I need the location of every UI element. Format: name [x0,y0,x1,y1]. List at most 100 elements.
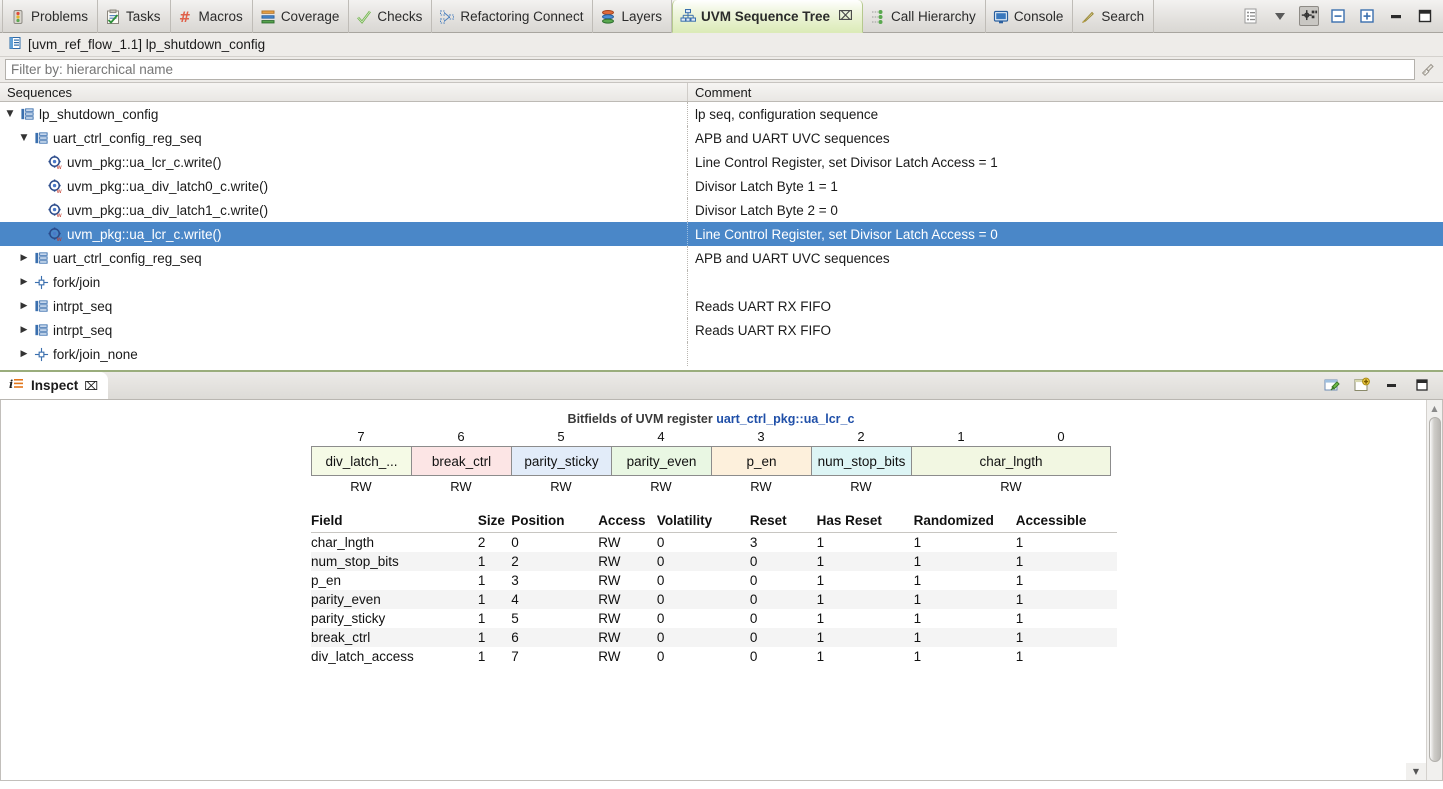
tree-node-cell[interactable]: ▶intrpt_seq [0,294,688,318]
table-row[interactable]: div_latch_access17RW00111 [311,647,1117,666]
table-row[interactable]: wuvm_pkg::ua_lcr_c.write()Line Control R… [0,150,1443,174]
table-row[interactable]: wuvm_pkg::ua_div_latch1_c.write()Divisor… [0,198,1443,222]
bitfield-cell[interactable]: char_lngth [912,447,1110,475]
table-cell: RW [598,647,657,666]
tab-console[interactable]: Console [986,0,1074,33]
tab-search[interactable]: Search [1073,0,1154,33]
view-menu-list-icon[interactable] [1241,6,1261,26]
column-header[interactable]: Field [311,510,478,533]
register-name-link[interactable]: uart_ctrl_pkg::ua_lcr_c [716,412,854,426]
bitfield-cell[interactable]: break_ctrl [412,447,512,475]
twisty-expanded-icon[interactable]: ▼ [4,110,16,119]
tree-node-cell[interactable]: wuvm_pkg::ua_div_latch0_c.write() [0,174,688,198]
table-row[interactable]: ▶intrpt_seqReads UART RX FIFO [0,318,1443,342]
view-title-bar: [uvm_ref_flow_1.1] lp_shutdown_config [0,33,1443,57]
column-header[interactable]: Reset [750,510,817,533]
table-row[interactable]: ▶uart_ctrl_config_reg_seqAPB and UART UV… [0,246,1443,270]
horizontal-scrollbar[interactable]: ▼ [1,763,1426,780]
link-with-editor-icon[interactable] [1299,6,1319,26]
close-icon[interactable]: ⌧ [84,379,98,393]
column-header[interactable]: Has Reset [817,510,914,533]
table-row[interactable]: ▼uart_ctrl_config_reg_seqAPB and UART UV… [0,126,1443,150]
bitfield-cell[interactable]: num_stop_bits [812,447,912,475]
minimize-view-icon[interactable] [1383,376,1403,396]
maximize-view-icon[interactable] [1415,6,1435,26]
table-row[interactable]: parity_even14RW00111 [311,590,1117,609]
table-cell: 1 [1016,647,1117,666]
search-input[interactable] [5,59,1415,80]
tab-call-hierarchy[interactable]: Call Hierarchy [863,0,986,33]
tab-tasks[interactable]: Tasks [98,0,171,33]
column-header-sequences[interactable]: Sequences [0,83,688,101]
tree-comment-cell: Divisor Latch Byte 1 = 1 [688,179,1443,194]
column-header[interactable]: Position [511,510,598,533]
tab-checks[interactable]: Checks [349,0,432,33]
pin-inspect-icon[interactable] [1323,376,1343,396]
table-row[interactable]: char_lngth20RW03111 [311,533,1117,553]
column-header[interactable]: Size [478,510,511,533]
table-row[interactable]: break_ctrl16RW00111 [311,628,1117,647]
bitfield-cell[interactable]: parity_sticky [512,447,612,475]
table-row[interactable]: num_stop_bits12RW00111 [311,552,1117,571]
column-header[interactable]: Volatility [657,510,750,533]
new-inspect-window-icon[interactable] [1353,376,1373,396]
tree-node-cell[interactable]: ▶intrpt_seq [0,318,688,342]
tab-coverage[interactable]: Coverage [253,0,350,33]
vertical-scrollbar[interactable]: ▲ [1426,400,1442,780]
tree-node-cell[interactable]: wuvm_pkg::ua_lcr_c.write() [0,222,688,246]
table-cell: 0 [750,647,817,666]
twisty-collapsed-icon[interactable]: ▶ [18,302,30,311]
bit-number: 0 [1011,429,1111,444]
column-header[interactable]: Access [598,510,657,533]
column-header[interactable]: Randomized [914,510,1016,533]
tab-refactoring-connect[interactable]: Refactoring Connect [432,0,593,33]
table-row[interactable]: wuvm_pkg::ua_lcr_c.write()Line Control R… [0,222,1443,246]
tab-macros[interactable]: #Macros [171,0,253,33]
clear-filter-broom-icon[interactable] [1415,59,1441,80]
bitfield-cell[interactable]: parity_even [612,447,712,475]
twisty-collapsed-icon[interactable]: ▶ [18,254,30,263]
tab-problems[interactable]: Problems [2,0,98,33]
scroll-up-arrow-icon[interactable]: ▲ [1427,400,1443,416]
tree-node-cell[interactable]: wuvm_pkg::ua_div_latch1_c.write() [0,198,688,222]
bitfield-cell[interactable]: div_latch_... [312,447,412,475]
tab-uvm-sequence-tree[interactable]: UVM Sequence Tree⌧ [672,0,863,33]
minimize-view-icon[interactable] [1386,6,1406,26]
table-row[interactable]: p_en13RW00111 [311,571,1117,590]
tree-node-cell[interactable]: ▼lp_shutdown_config [0,102,688,126]
tab-label: Problems [31,9,88,24]
vscroll-thumb[interactable] [1429,417,1441,762]
table-row[interactable]: wuvm_pkg::ua_div_latch0_c.write()Divisor… [0,174,1443,198]
scroll-down-arrow-icon[interactable]: ▼ [1406,763,1426,780]
bit-number-row: 76543210 [311,429,1111,444]
column-header[interactable]: Accessible [1016,510,1117,533]
table-row[interactable]: ▶intrpt_seqReads UART RX FIFO [0,294,1443,318]
close-icon[interactable]: ⌧ [838,9,853,24]
bitfield-cell[interactable]: p_en [712,447,812,475]
column-header-comment[interactable]: Comment [688,83,1443,101]
svg-text:w: w [56,235,62,242]
tree-node-cell[interactable]: ▶uart_ctrl_config_reg_seq [0,246,688,270]
tree-node-cell[interactable]: wuvm_pkg::ua_lcr_c.write() [0,150,688,174]
tab-layers[interactable]: Layers [593,0,672,33]
tree-node-cell[interactable]: ▶fork/join [0,270,688,294]
table-row[interactable]: ▶fork/join_none [0,342,1443,366]
tab-inspect[interactable]: i Inspect ⌧ [0,372,108,399]
twisty-collapsed-icon[interactable]: ▶ [18,350,30,359]
table-cell: 0 [511,533,598,553]
table-row[interactable]: ▼lp_shutdown_configlp seq, configuration… [0,102,1443,126]
twisty-expanded-icon[interactable]: ▼ [18,134,30,143]
table-row[interactable]: ▶fork/join [0,270,1443,294]
view-menu-chevron-down-icon[interactable] [1270,6,1290,26]
table-row[interactable]: parity_sticky15RW00111 [311,609,1117,628]
tree-node-label: uvm_pkg::ua_div_latch1_c.write() [67,203,268,218]
tree-node-cell[interactable]: ▼uart_ctrl_config_reg_seq [0,126,688,150]
maximize-view-icon[interactable] [1413,376,1433,396]
collapse-all-icon[interactable] [1328,6,1348,26]
tree-comment-cell: lp seq, configuration sequence [688,107,1443,122]
tree-node-cell[interactable]: ▶fork/join_none [0,342,688,366]
expand-all-icon[interactable] [1357,6,1377,26]
twisty-collapsed-icon[interactable]: ▶ [18,326,30,335]
twisty-collapsed-icon[interactable]: ▶ [18,278,30,287]
table-cell: 0 [657,571,750,590]
